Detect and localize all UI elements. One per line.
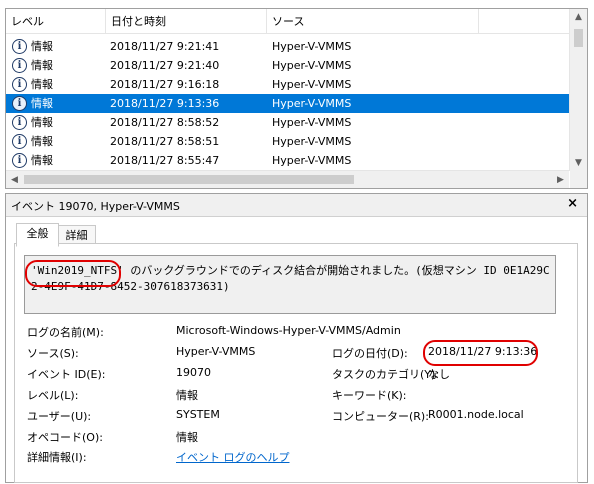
scroll-right-icon[interactable]: ▶ — [552, 175, 569, 185]
info-icon: i — [12, 58, 27, 73]
vertical-scrollbar[interactable]: ▲ ▼ — [569, 9, 587, 171]
table-row[interactable]: i 情報 2018/11/27 9:16:18 Hyper-V-VMMS — [6, 75, 569, 94]
column-header-level[interactable]: レベル — [6, 9, 106, 33]
task-category-value: なし — [428, 368, 450, 381]
log-name-value: Microsoft-Windows-Hyper-V-VMMS/Admin — [176, 324, 401, 337]
table-row[interactable]: i 情報 2018/11/27 8:58:52 Hyper-V-VMMS — [6, 113, 569, 132]
info-icon: i — [12, 77, 27, 92]
event-message-text: 'Win2019_NTFS' のバックグラウンドでのディスク結合が開始されました… — [31, 264, 550, 293]
row-source: Hyper-V-VMMS — [272, 97, 352, 110]
detail-title: イベント 19070, Hyper-V-VMMS — [11, 200, 180, 213]
user-label: ユーザー(U): — [27, 410, 92, 423]
level-value: 情報 — [176, 389, 198, 402]
row-level: 情報 — [31, 116, 53, 129]
source-value: Hyper-V-VMMS — [176, 345, 256, 358]
table-row[interactable]: i 情報 2018/11/27 9:21:41 Hyper-V-VMMS — [6, 37, 569, 56]
more-info-label: 詳細情報(I): — [27, 451, 87, 464]
close-icon[interactable]: × — [567, 196, 578, 211]
column-header-datetime[interactable]: 日付と時刻 — [106, 9, 267, 33]
row-level: 情報 — [31, 97, 53, 110]
table-row[interactable]: i 情報 2018/11/27 8:55:47 Hyper-V-VMMS — [6, 151, 569, 170]
row-source: Hyper-V-VMMS — [272, 116, 352, 129]
scroll-corner — [570, 171, 587, 188]
computer-value: R0001.node.local — [428, 408, 524, 421]
task-category-label: タスクのカテゴリ(Y): — [332, 368, 440, 381]
row-source: Hyper-V-VMMS — [272, 40, 352, 53]
row-datetime: 2018/11/27 8:58:52 — [110, 116, 220, 129]
user-value: SYSTEM — [176, 408, 220, 421]
level-label: レベル(L): — [27, 389, 79, 402]
list-header: レベル 日付と時刻 ソース — [6, 9, 569, 34]
row-datetime: 2018/11/27 9:21:41 — [110, 40, 220, 53]
row-level: 情報 — [31, 78, 53, 91]
row-level: 情報 — [31, 154, 53, 167]
row-source: Hyper-V-VMMS — [272, 78, 352, 91]
row-datetime: 2018/11/27 8:58:51 — [110, 135, 220, 148]
horizontal-scroll-thumb[interactable] — [24, 175, 354, 184]
row-datetime: 2018/11/27 9:21:40 — [110, 59, 220, 72]
scroll-up-icon[interactable]: ▲ — [570, 12, 587, 22]
row-datetime: 2018/11/27 8:55:47 — [110, 154, 220, 167]
opcode-label: オペコード(O): — [27, 431, 103, 444]
row-source: Hyper-V-VMMS — [272, 59, 352, 72]
table-row[interactable]: i 情報 2018/11/27 9:21:40 Hyper-V-VMMS — [6, 56, 569, 75]
table-row[interactable]: i 情報 2018/11/27 8:58:51 Hyper-V-VMMS — [6, 132, 569, 151]
computer-label: コンピューター(R): — [332, 410, 429, 423]
opcode-value: 情報 — [176, 431, 198, 444]
column-header-source[interactable]: ソース — [267, 9, 479, 33]
row-datetime: 2018/11/27 9:16:18 — [110, 78, 220, 91]
row-level: 情報 — [31, 40, 53, 53]
row-source: Hyper-V-VMMS — [272, 135, 352, 148]
logged-value: 2018/11/27 9:13:36 — [428, 345, 538, 358]
detail-title-bar: イベント 19070, Hyper-V-VMMS × — [6, 194, 587, 217]
row-level: 情報 — [31, 135, 53, 148]
info-icon: i — [12, 115, 27, 130]
scroll-left-icon[interactable]: ◀ — [6, 175, 23, 185]
event-id-label: イベント ID(E): — [27, 368, 106, 381]
keywords-label: キーワード(K): — [332, 389, 407, 402]
source-label: ソース(S): — [27, 347, 79, 360]
event-log-help-link[interactable]: イベント ログのヘルプ — [176, 449, 290, 465]
event-list[interactable]: レベル 日付と時刻 ソース i 情報 2018/11/27 9:21:41 Hy… — [5, 8, 588, 189]
horizontal-scrollbar[interactable]: ◀ ▶ — [6, 170, 569, 188]
logged-label: ログの日付(D): — [332, 347, 408, 360]
row-level: 情報 — [31, 59, 53, 72]
vertical-scroll-thumb[interactable] — [574, 29, 583, 47]
row-datetime: 2018/11/27 9:13:36 — [110, 97, 220, 110]
event-id-value: 19070 — [176, 366, 211, 379]
table-row-selected[interactable]: i 情報 2018/11/27 9:13:36 Hyper-V-VMMS — [6, 94, 569, 113]
scroll-down-icon[interactable]: ▼ — [570, 158, 587, 168]
info-icon: i — [12, 153, 27, 168]
info-icon: i — [12, 39, 27, 54]
info-icon: i — [12, 96, 27, 111]
event-message-box[interactable]: 'Win2019_NTFS' のバックグラウンドでのディスク結合が開始されました… — [24, 255, 556, 314]
tab-general[interactable]: 全般 — [16, 223, 59, 247]
log-name-label: ログの名前(M): — [27, 326, 104, 339]
info-icon: i — [12, 134, 27, 149]
row-source: Hyper-V-VMMS — [272, 154, 352, 167]
